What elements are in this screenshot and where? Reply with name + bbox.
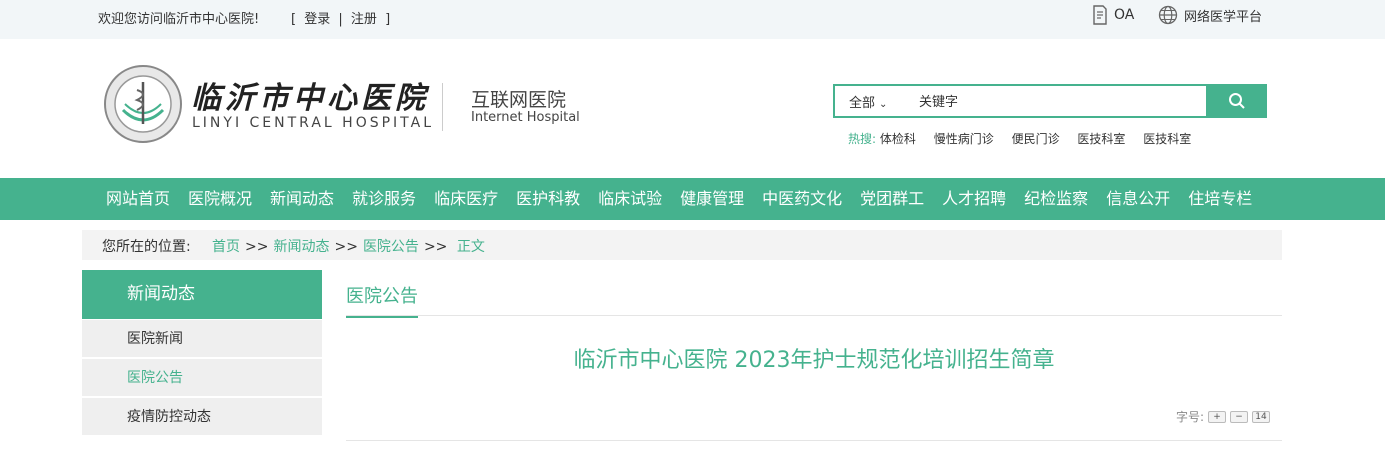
nav-item-tcm[interactable]: 中医药文化 <box>753 178 851 220</box>
sidebar-title: 新闻动态 <box>82 270 322 319</box>
breadcrumb-current: 正文 <box>456 239 485 255</box>
bracket-close: ] <box>385 12 391 27</box>
font-size-label: 字号: <box>1175 410 1204 424</box>
internet-hospital-cn[interactable]: 互联网医院 <box>471 85 566 112</box>
nav-item-health[interactable]: 健康管理 <box>671 178 753 220</box>
hot-search-item[interactable]: 慢性病门诊 <box>934 132 994 146</box>
breadcrumb: 您所在的位置: 首页 >> 新闻动态 >> 医院公告 >> 正文 <box>82 230 1282 260</box>
section-tab: 医院公告 <box>346 282 418 318</box>
hot-search-item[interactable]: 体检科 <box>880 132 916 146</box>
nav-item-overview[interactable]: 医院概况 <box>179 178 261 220</box>
search-scope-label: 全部 <box>849 96 876 111</box>
breadcrumb-notice[interactable]: 医院公告 <box>363 239 419 255</box>
breadcrumb-sep: >> <box>245 239 269 255</box>
bracket-open: [ <box>291 12 297 27</box>
nav-item-services[interactable]: 就诊服务 <box>343 178 425 220</box>
network-platform-label: 网络医学平台 <box>1184 9 1263 25</box>
section-divider <box>346 315 1282 316</box>
nav-item-education[interactable]: 医护科教 <box>507 178 589 220</box>
logo-chinese-name: 临沂市中心医院 <box>191 81 429 116</box>
top-bar: 欢迎您访问临沂市中心医院! [ 登录 | 注册 ] OA 网络医学平台 <box>0 0 1385 39</box>
main-nav: 网站首页 医院概况 新闻动态 就诊服务 临床医疗 医护科教 临床试验 健康管理 … <box>0 178 1385 220</box>
auth-divider: | <box>338 12 343 27</box>
sidebar-item-hospital-news[interactable]: 医院新闻 <box>82 320 322 358</box>
search-scope-select[interactable]: 全部 ⌄ <box>849 92 887 111</box>
nav-item-home[interactable]: 网站首页 <box>97 178 179 220</box>
nav-item-party[interactable]: 党团群工 <box>851 178 933 220</box>
nav-item-disclosure[interactable]: 信息公开 <box>1097 178 1179 220</box>
document-icon <box>1093 5 1107 25</box>
breadcrumb-home[interactable]: 首页 <box>212 239 240 255</box>
hot-search-item[interactable]: 医技科室 <box>1143 132 1191 146</box>
breadcrumb-sep: >> <box>334 239 358 255</box>
sidebar: 新闻动态 医院新闻 医院公告 疫情防控动态 <box>82 270 322 436</box>
site-header: 临沂市中心医院 LINYI CENTRAL HOSPITAL 互联网医院 Int… <box>0 39 1385 178</box>
oa-link[interactable]: OA <box>1092 5 1134 25</box>
search-icon <box>1228 93 1245 109</box>
hospital-emblem-icon[interactable] <box>103 64 183 144</box>
font-size-control: 字号: + − 14 <box>1176 408 1270 425</box>
search-box: 全部 ⌄ <box>833 84 1267 118</box>
nav-item-clinical[interactable]: 临床医疗 <box>425 178 507 220</box>
sidebar-item-epidemic[interactable]: 疫情防控动态 <box>82 398 322 436</box>
nav-item-residency[interactable]: 住培专栏 <box>1179 178 1261 220</box>
globe-icon <box>1158 5 1178 25</box>
internet-hospital-en[interactable]: Internet Hospital <box>471 110 580 125</box>
article-title: 临沂市中心医院 2023年护士规范化培训招生简章 <box>573 348 1055 373</box>
breadcrumb-sep: >> <box>423 239 448 255</box>
logo-divider <box>442 83 443 131</box>
nav-item-discipline[interactable]: 纪检监察 <box>1015 178 1097 220</box>
article-divider <box>346 440 1282 441</box>
search-button[interactable] <box>1206 84 1267 118</box>
welcome-text: 欢迎您访问临沂市中心医院! <box>98 12 260 27</box>
oa-label: OA <box>1114 7 1135 23</box>
network-platform-link[interactable]: 网络医学平台 <box>1158 5 1262 25</box>
logo-english-name: LINYI CENTRAL HOSPITAL <box>192 115 435 131</box>
login-link[interactable]: 登录 <box>304 12 330 27</box>
search-input[interactable] <box>919 90 1199 114</box>
nav-item-trials[interactable]: 临床试验 <box>589 178 671 220</box>
breadcrumb-label: 您所在的位置: <box>102 239 191 255</box>
font-size-value[interactable]: 14 <box>1252 410 1270 423</box>
font-decrease-button[interactable]: − <box>1230 410 1248 423</box>
nav-item-recruit[interactable]: 人才招聘 <box>933 178 1015 220</box>
hot-search-item[interactable]: 医技科室 <box>1077 132 1125 146</box>
nav-item-news[interactable]: 新闻动态 <box>261 178 343 220</box>
chevron-down-icon: ⌄ <box>879 99 888 110</box>
hot-search-label: 热搜: <box>848 132 877 146</box>
hot-search: 热搜: 体检科 慢性病门诊 便民门诊 医技科室 医技科室 <box>848 130 1205 147</box>
breadcrumb-news[interactable]: 新闻动态 <box>273 239 329 255</box>
auth-links: [ 登录 | 注册 ] <box>287 8 394 27</box>
hot-search-item[interactable]: 便民门诊 <box>1012 132 1060 146</box>
font-increase-button[interactable]: + <box>1208 410 1226 423</box>
sidebar-item-notices[interactable]: 医院公告 <box>82 359 322 397</box>
breadcrumb-path: 首页 >> 新闻动态 >> 医院公告 >> 正文 <box>212 236 485 256</box>
register-link[interactable]: 注册 <box>351 12 377 27</box>
